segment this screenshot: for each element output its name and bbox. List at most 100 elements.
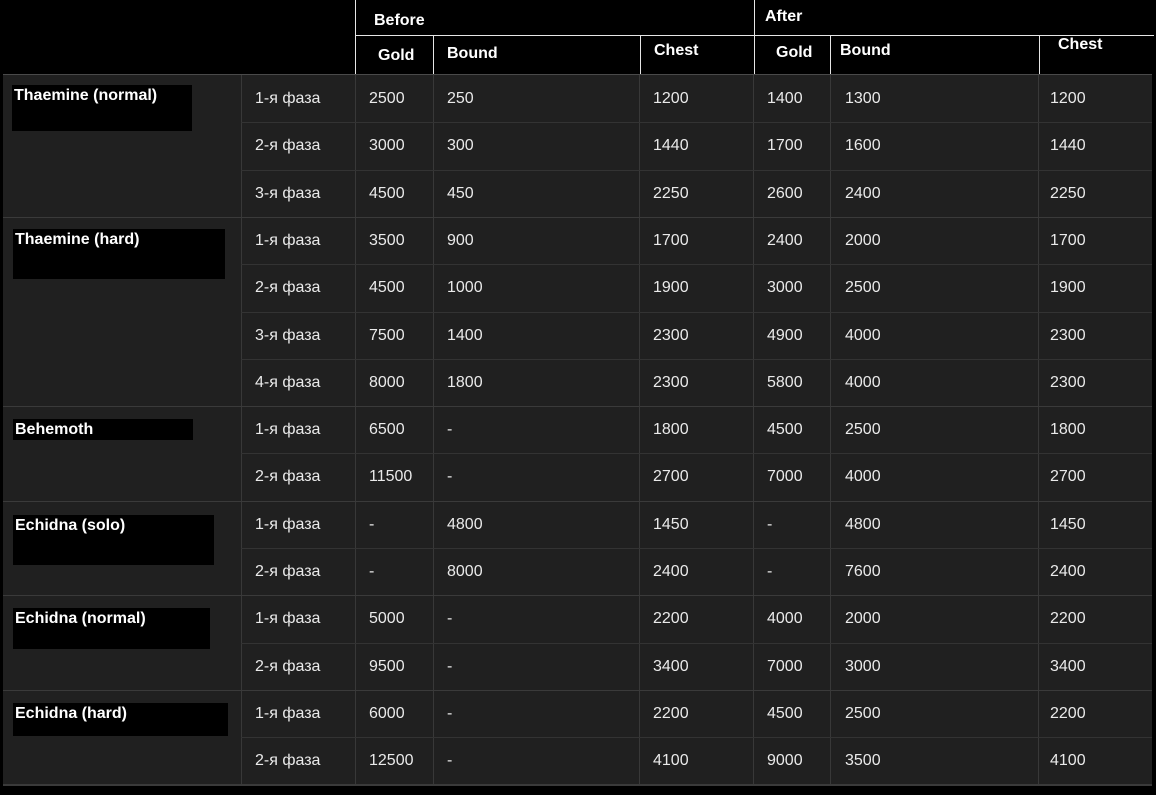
cell-a-gold: 2400 (767, 232, 803, 249)
cell-phase: 4-я фаза (255, 374, 321, 391)
table-row: 1-я фаза 3500 900 1700 2400 2000 1700 (3, 217, 1152, 264)
cell-phase: 2-я фаза (255, 563, 321, 580)
cell-b-chest: 1450 (653, 516, 689, 533)
cell-a-chest: 1450 (1050, 516, 1086, 533)
cell-a-chest: 3400 (1050, 658, 1086, 675)
cell-a-gold: - (767, 563, 773, 580)
cell-b-bound: 4800 (447, 516, 483, 533)
cell-b-chest: 2200 (653, 705, 689, 722)
cell-b-chest: 1800 (653, 421, 689, 438)
cell-a-chest: 1440 (1050, 137, 1086, 154)
header-divider (640, 36, 641, 76)
cell-b-gold: 2500 (369, 90, 405, 107)
cell-a-gold: 3000 (767, 279, 803, 296)
cell-a-chest: 2200 (1050, 705, 1086, 722)
header-before-chest: Chest (654, 42, 699, 59)
cell-phase: 2-я фаза (255, 468, 321, 485)
cell-phase: 2-я фаза (255, 658, 321, 675)
cell-b-bound: - (447, 705, 453, 722)
cell-b-chest: 2200 (653, 610, 689, 627)
cell-b-gold: 4500 (369, 279, 405, 296)
cell-phase: 1-я фаза (255, 516, 321, 533)
cell-b-chest: 1200 (653, 90, 689, 107)
cell-b-gold: 9500 (369, 658, 405, 675)
cell-phase: 1-я фаза (255, 232, 321, 249)
table-body: Thaemine (normal) 1-я фаза 2500 250 1200 1400… (3, 74, 1152, 786)
cell-a-gold: 5800 (767, 374, 803, 391)
cell-a-gold: 2600 (767, 185, 803, 202)
cell-a-chest: 1700 (1050, 232, 1086, 249)
header-divider (355, 0, 356, 76)
cell-a-bound: 3500 (845, 752, 881, 769)
cell-a-chest: 2300 (1050, 374, 1086, 391)
cell-b-chest: 2300 (653, 374, 689, 391)
cell-a-chest: 2250 (1050, 185, 1086, 202)
cell-b-chest: 4100 (653, 752, 689, 769)
cell-a-gold: 4500 (767, 421, 803, 438)
cell-b-bound: - (447, 610, 453, 627)
cell-a-gold: 1400 (767, 90, 803, 107)
cell-b-gold: 7500 (369, 327, 405, 344)
cell-a-gold: 9000 (767, 752, 803, 769)
cell-a-chest: 1200 (1050, 90, 1086, 107)
cell-a-bound: 2000 (845, 232, 881, 249)
cell-a-chest: 4100 (1050, 752, 1086, 769)
cell-phase: 3-я фаза (255, 185, 321, 202)
header-divider (355, 35, 755, 36)
cell-a-chest: 2200 (1050, 610, 1086, 627)
cell-a-bound: 3000 (845, 658, 881, 675)
cell-b-gold: - (369, 563, 375, 580)
cell-b-gold: 8000 (369, 374, 405, 391)
cell-b-chest: 1700 (653, 232, 689, 249)
cell-b-bound: 300 (447, 137, 474, 154)
cell-b-gold: 12500 (369, 752, 414, 769)
cell-a-bound: 1300 (845, 90, 881, 107)
cell-b-bound: 1000 (447, 279, 483, 296)
header-after: After (765, 8, 803, 25)
table-row: 2-я фаза 11500 - 2700 7000 4000 2700 (3, 453, 1152, 500)
cell-b-chest: 2700 (653, 468, 689, 485)
table-row: 2-я фаза 9500 - 3400 7000 3000 3400 (3, 643, 1152, 690)
cell-phase: 1-я фаза (255, 705, 321, 722)
cell-b-chest: 1900 (653, 279, 689, 296)
cell-a-bound: 4000 (845, 374, 881, 391)
header-before-bound: Bound (447, 45, 498, 62)
cell-b-gold: 6500 (369, 421, 405, 438)
cell-b-chest: 1440 (653, 137, 689, 154)
cell-phase: 3-я фаза (255, 327, 321, 344)
cell-phase: 1-я фаза (255, 90, 321, 107)
cell-a-gold: 4000 (767, 610, 803, 627)
cell-a-chest: 2700 (1050, 468, 1086, 485)
table-row: 2-я фаза 3000 300 1440 1700 1600 1440 (3, 122, 1152, 169)
cell-b-gold: 5000 (369, 610, 405, 627)
table-row: 2-я фаза 4500 1000 1900 3000 2500 1900 (3, 264, 1152, 311)
cell-b-gold: 11500 (369, 468, 413, 485)
table-row: 4-я фаза 8000 1800 2300 5800 4000 2300 (3, 359, 1152, 406)
header-divider (830, 36, 831, 76)
cell-b-bound: 8000 (447, 563, 483, 580)
cell-b-bound: 900 (447, 232, 474, 249)
cell-a-bound: 2500 (845, 705, 881, 722)
header-after-gold: Gold (776, 44, 813, 61)
cell-a-chest: 1900 (1050, 279, 1086, 296)
cell-b-chest: 2400 (653, 563, 689, 580)
cell-a-gold: 7000 (767, 658, 803, 675)
cell-b-gold: 4500 (369, 185, 405, 202)
header-divider (754, 0, 755, 76)
cell-a-bound: 2400 (845, 185, 881, 202)
cell-a-bound: 2500 (845, 421, 881, 438)
table-row: 1-я фаза 5000 - 2200 4000 2000 2200 (3, 595, 1152, 642)
cell-phase: 1-я фаза (255, 421, 321, 438)
header-before-gold: Gold (378, 47, 415, 64)
cell-b-gold: 3000 (369, 137, 405, 154)
table-row: 2-я фаза - 8000 2400 - 7600 2400 (3, 548, 1152, 595)
cell-b-bound: - (447, 752, 453, 769)
cell-b-gold: - (369, 516, 375, 533)
header-divider (1039, 36, 1040, 76)
cell-a-chest: 2300 (1050, 327, 1086, 344)
header-after-bound: Bound (840, 42, 891, 59)
cell-a-gold: 7000 (767, 468, 803, 485)
cell-a-bound: 4800 (845, 516, 881, 533)
cell-a-chest: 2400 (1050, 563, 1086, 580)
cell-b-bound: - (447, 468, 453, 485)
